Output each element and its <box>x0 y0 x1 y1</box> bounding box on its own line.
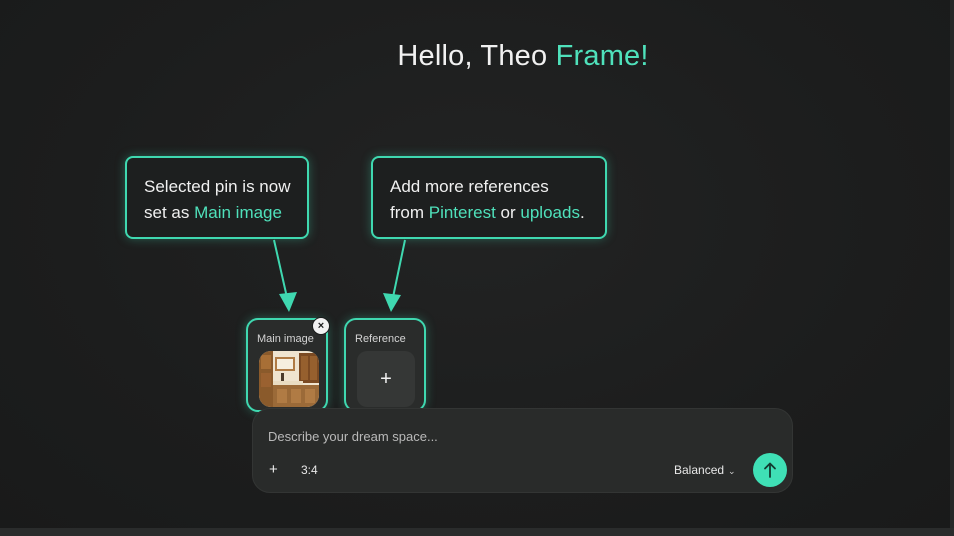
callout-ref-prefix: from <box>390 203 429 222</box>
callout-ref-suffix: . <box>579 203 585 222</box>
callout-ref-line1: Add more references <box>390 177 549 196</box>
mode-value: Balanced <box>674 463 725 477</box>
kitchen-photo-image <box>259 351 319 407</box>
main-image-callout: Selected pin is now set as Main image <box>125 156 309 239</box>
callout-main-accent: Main image <box>194 203 282 222</box>
reference-label: Reference <box>355 333 406 345</box>
greeting-name-accent: Frame! <box>555 40 649 72</box>
callout-ref-line2: from Pinterest or uploads. <box>390 200 605 226</box>
arrow-to-main-image <box>273 239 289 303</box>
pinterest-link[interactable]: Pinterest <box>429 203 496 222</box>
main-image-card[interactable]: Main image × <box>246 317 330 412</box>
prompt-composer: + 3:4 Balanced⌄ <box>252 408 793 493</box>
aspect-ratio-button[interactable]: 3:4 <box>301 463 318 477</box>
callout-main-line2-prefix: set as <box>144 203 195 222</box>
remove-main-image-button[interactable]: × <box>312 317 330 335</box>
callout-main-line2: set as Main image <box>144 200 307 226</box>
prompt-input[interactable] <box>268 429 708 444</box>
main-image-label: Main image <box>257 333 314 345</box>
reference-callout: Add more references from Pinterest or up… <box>371 156 607 239</box>
app-canvas: Hello, Theo Frame! Selected pin is now s… <box>0 0 954 536</box>
add-reference-button[interactable]: + <box>357 351 415 407</box>
reference-card[interactable]: Reference + <box>344 318 426 412</box>
callout-ref-middle: or <box>495 203 521 222</box>
send-button[interactable] <box>753 453 787 487</box>
arrow-head-main <box>279 292 297 312</box>
greeting-text: Hello, Theo <box>397 40 556 72</box>
chevron-down-icon: ⌄ <box>728 466 736 476</box>
callout-main-line1: Selected pin is now <box>144 177 291 196</box>
window-edge <box>950 0 954 536</box>
arrow-up-icon <box>764 462 776 478</box>
mode-dropdown[interactable]: Balanced ⌄ <box>674 463 736 477</box>
greeting-heading: Hello, Theo Frame! <box>0 40 954 73</box>
uploads-link[interactable]: uploads <box>520 203 580 222</box>
arrow-head-ref <box>383 293 401 312</box>
add-attachment-button[interactable]: + <box>269 461 278 478</box>
arrow-to-reference <box>391 239 406 303</box>
bottom-edge <box>0 528 954 536</box>
main-image-thumbnail[interactable] <box>259 351 319 407</box>
